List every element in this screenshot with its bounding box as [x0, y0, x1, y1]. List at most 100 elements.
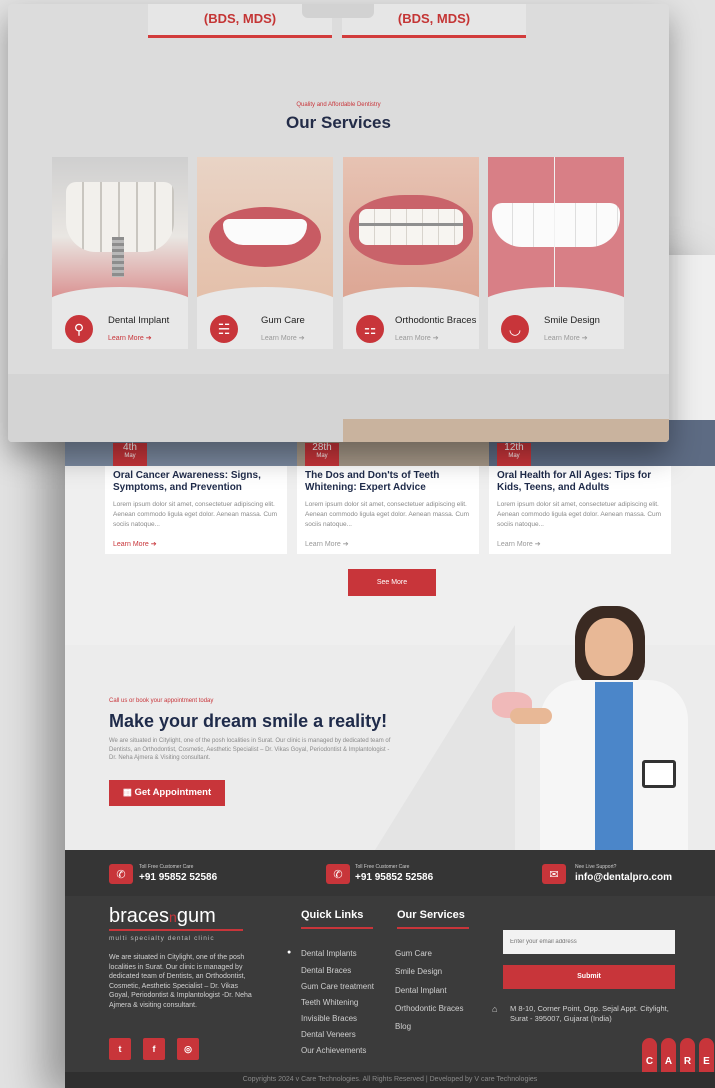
see-more-button[interactable]: See More	[348, 569, 436, 596]
quick-link[interactable]: Teeth Whitening	[301, 998, 358, 1007]
footer-service-link[interactable]: Dental Implant	[395, 986, 447, 995]
doctor-face	[585, 618, 633, 676]
service-card-dental-implant[interactable]: ⚲ Dental Implant Learn More ➔	[52, 157, 188, 349]
blog-date-month: May	[316, 453, 328, 459]
location-icon: ⌂	[492, 1004, 498, 1014]
contact-phone[interactable]: +91 95852 52586	[139, 872, 217, 883]
service-name: Orthodontic Braces	[395, 315, 477, 326]
blog-card[interactable]: The Dos and Don'ts of Teeth Whitening: E…	[297, 466, 479, 554]
learn-more-label: Learn More	[497, 541, 533, 548]
before-after-divider	[554, 157, 555, 302]
learn-more-label: Learn More	[113, 541, 149, 548]
contact-email[interactable]: info@dentalpro.com	[575, 872, 672, 883]
get-appointment-button[interactable]: ▦ Get Appointment	[109, 780, 225, 806]
heading-underline	[301, 927, 373, 929]
service-card-orthodontic-braces[interactable]: ⚏ Orthodontic Braces Learn More ➔	[343, 157, 479, 349]
learn-more-link[interactable]: Learn More ➔	[108, 334, 152, 342]
contact-label: Toll Free Customer Care	[139, 864, 194, 870]
active-dot-icon: ●	[287, 949, 292, 956]
services-kicker: Quality and Affordable Dentistry	[296, 102, 381, 108]
blog-date-day: 28th	[312, 442, 332, 453]
service-image	[52, 157, 188, 302]
service-card-smile-design[interactable]: ◡ Smile Design Learn More ➔	[488, 157, 624, 349]
services-title: Our Services	[286, 113, 391, 132]
blog-image-peek	[343, 419, 669, 442]
contact-label: Toll Free Customer Care	[355, 864, 410, 870]
learn-more-label: Learn More	[395, 335, 431, 342]
service-card-gum-care[interactable]: ☵ Gum Care Learn More ➔	[197, 157, 333, 349]
twitter-icon[interactable]: t	[109, 1038, 131, 1060]
phone-icon: ✆	[109, 864, 133, 884]
card-notch	[302, 4, 374, 18]
quick-link[interactable]: Our Achievements	[301, 1046, 366, 1055]
blog-excerpt: Lorem ipsum dolor sit amet, consectetuer…	[113, 501, 278, 528]
service-name: Dental Implant	[108, 315, 170, 326]
quick-link[interactable]: Gum Care treatment	[301, 982, 374, 991]
blog-title[interactable]: Oral Health for All Ages: Tips for Kids,…	[497, 470, 667, 494]
contact-label: Nee Live Support?	[575, 864, 617, 870]
blog-date-month: May	[124, 453, 136, 459]
doctor-scrubs	[595, 682, 633, 850]
facebook-icon[interactable]: f	[143, 1038, 165, 1060]
arrow-circle-icon: ➔	[534, 541, 541, 548]
blog-excerpt: Lorem ipsum dolor sit amet, consectetuer…	[305, 501, 470, 528]
doctor-image	[492, 600, 715, 850]
service-image	[343, 157, 479, 302]
teeth-shape	[492, 203, 620, 247]
submit-button[interactable]: Submit	[503, 965, 675, 989]
footer-services-heading: Our Services	[397, 909, 465, 921]
quick-link[interactable]: Invisible Braces	[301, 1014, 357, 1023]
cta-text: We are situated in Citylight, one of the…	[109, 738, 391, 761]
blog-card[interactable]: Oral Health for All Ages: Tips for Kids,…	[489, 466, 671, 554]
get-appointment-label: Get Appointment	[134, 787, 212, 798]
service-image	[197, 157, 333, 302]
newsletter-email-input[interactable]	[503, 930, 675, 954]
service-name: Gum Care	[261, 315, 305, 326]
learn-more-link[interactable]: Learn More ➔	[261, 334, 305, 342]
learn-more-link[interactable]: Learn More ➔	[544, 334, 588, 342]
learn-more-label: Learn More	[305, 541, 341, 548]
footer-address: M 8-10, Corner Point, Opp. Sejal Appt. C…	[510, 1004, 669, 1023]
footer-service-link[interactable]: Gum Care	[395, 949, 432, 958]
learn-more-link[interactable]: Learn More ➔	[395, 334, 439, 342]
care-letter: A	[661, 1038, 676, 1072]
quick-link[interactable]: Dental Implants	[301, 949, 357, 958]
footer-about-text: We are situated in Citylight, one of the…	[109, 954, 252, 1009]
blog-excerpt: Lorem ipsum dolor sit amet, consectetuer…	[497, 501, 662, 528]
blog-learn-more-link[interactable]: Learn More ➔	[113, 540, 157, 548]
blog-date-day: 4th	[123, 442, 137, 453]
arrow-circle-icon: ➔	[298, 335, 305, 342]
arrow-circle-icon: ➔	[145, 335, 152, 342]
arrow-circle-icon: ➔	[342, 541, 349, 548]
implant-icon: ⚲	[62, 312, 96, 346]
blog-title[interactable]: The Dos and Don'ts of Teeth Whitening: E…	[305, 470, 475, 494]
teeth-shape	[223, 219, 307, 245]
logo-text-gum: gum	[176, 905, 216, 927]
cta-title: Make your dream smile a reality!	[109, 711, 388, 731]
implant-screw	[112, 237, 124, 277]
service-name: Smile Design	[544, 315, 600, 326]
blog-title[interactable]: Oral Cancer Awareness: Signs, Symptoms, …	[113, 470, 283, 494]
service-image	[488, 157, 624, 302]
care-letter: R	[680, 1038, 695, 1072]
contact-phone[interactable]: +91 95852 52586	[355, 872, 433, 883]
blog-learn-more-link[interactable]: Learn More ➔	[497, 540, 541, 548]
blog-learn-more-link[interactable]: Learn More ➔	[305, 540, 349, 548]
doctor-hand	[510, 708, 552, 724]
blog-card[interactable]: Oral Cancer Awareness: Signs, Symptoms, …	[105, 466, 287, 554]
logo-underline	[109, 929, 243, 931]
front-page-screenshot: (BDS, MDS) (BDS, MDS) Quality and Afford…	[8, 4, 669, 442]
heading-underline	[397, 927, 469, 929]
footer-service-link[interactable]: Blog	[395, 1022, 411, 1031]
mail-icon: ✉	[542, 864, 566, 884]
quick-link[interactable]: Dental Veneers	[301, 1030, 356, 1039]
learn-more-label: Learn More	[261, 335, 297, 342]
quick-link[interactable]: Dental Braces	[301, 966, 351, 975]
footer-service-link[interactable]: Orthodontic Braces	[395, 1004, 463, 1013]
instagram-icon[interactable]: ◎	[177, 1038, 199, 1060]
footer-logo[interactable]: bracesngum	[109, 905, 216, 928]
arrow-circle-icon: ➔	[150, 541, 157, 548]
footer-service-link[interactable]: Smile Design	[395, 967, 442, 976]
logo-tagline: multi specialty dental clinic	[109, 935, 215, 942]
braces-icon: ⚏	[353, 312, 387, 346]
